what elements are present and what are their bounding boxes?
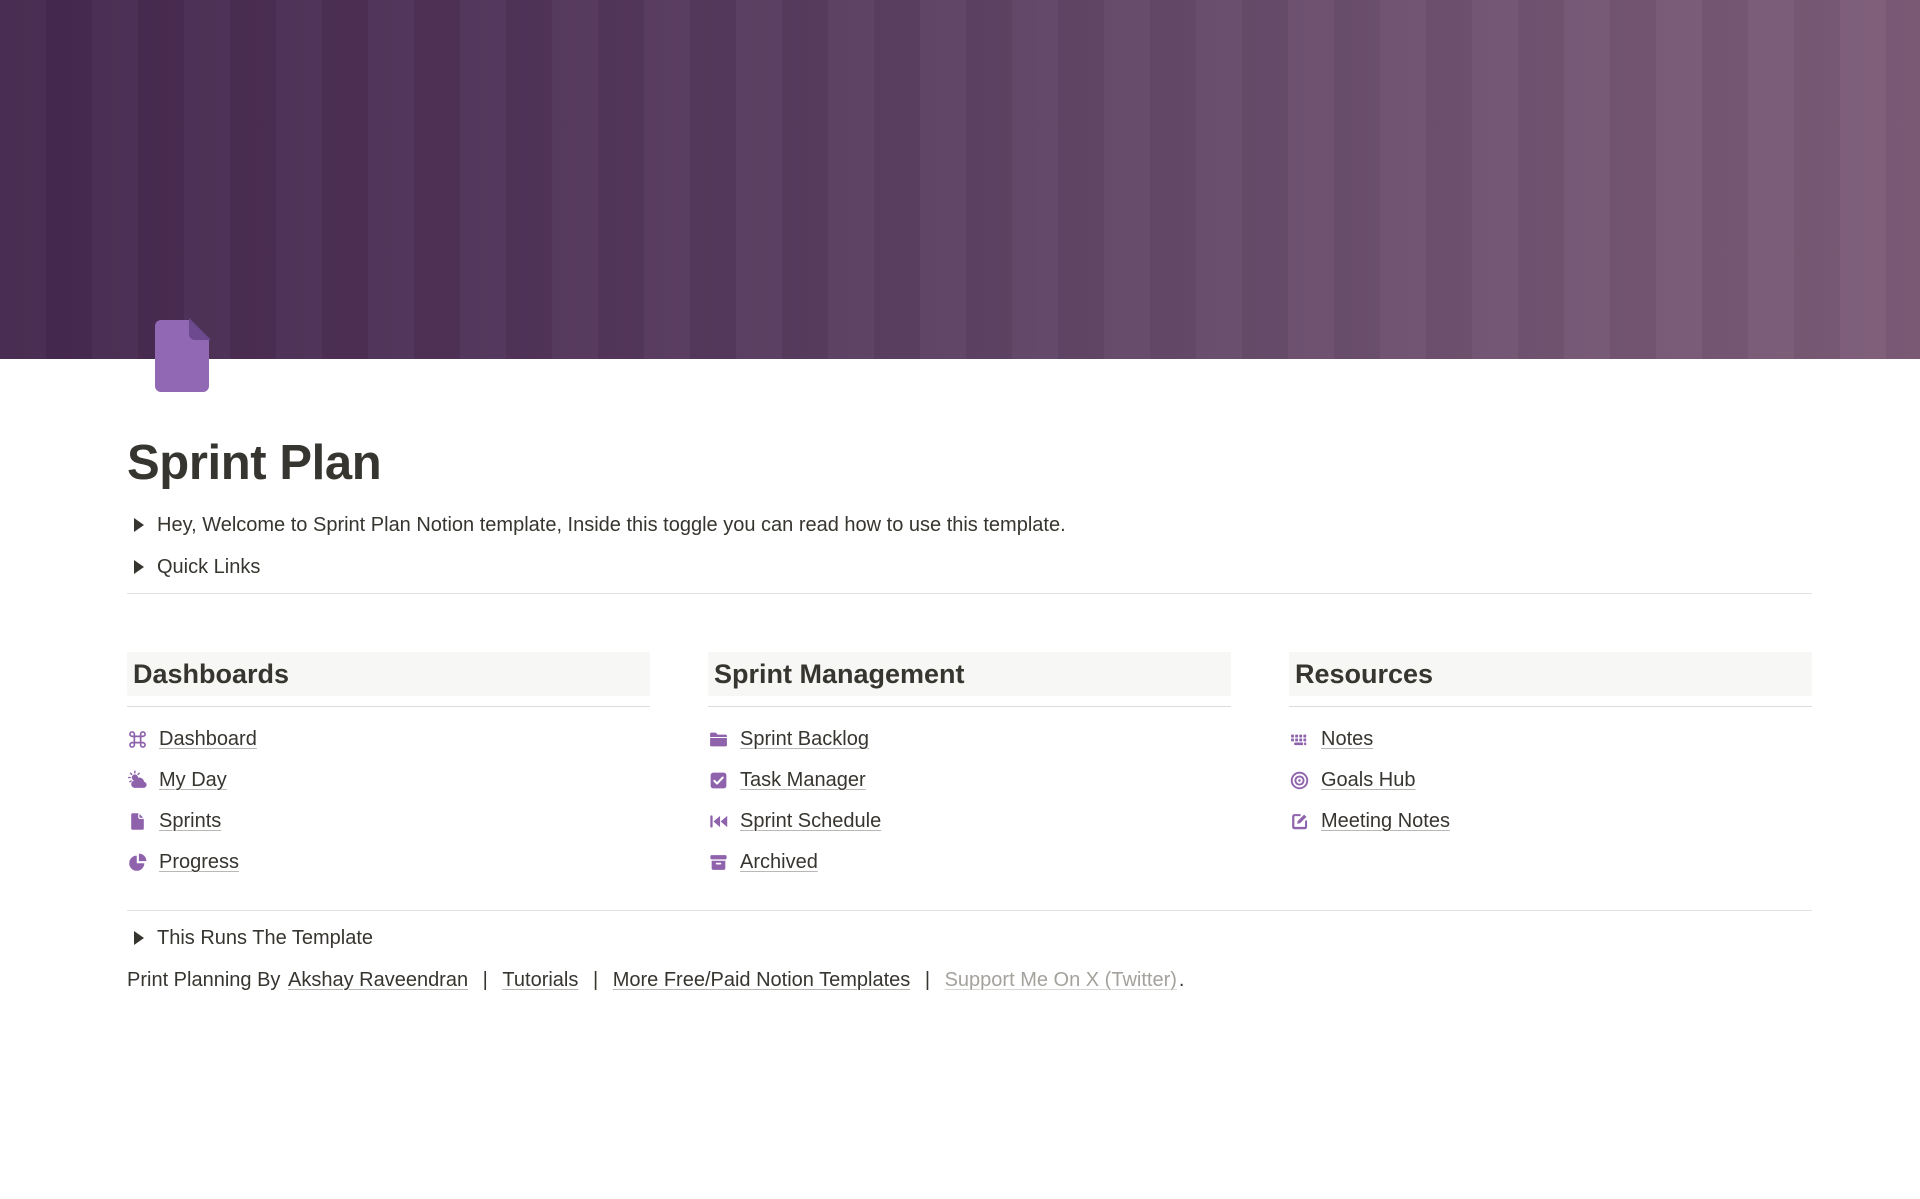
command-icon: [127, 729, 148, 750]
section-title: Sprint Management: [714, 659, 965, 689]
section-header-divider: [708, 706, 1231, 707]
page-link-label: My Day: [159, 768, 227, 793]
footer-link-templates[interactable]: More Free/Paid Notion Templates: [613, 969, 911, 991]
toggle-welcome[interactable]: Hey, Welcome to Sprint Plan Notion templ…: [127, 504, 1066, 546]
section-title: Dashboards: [133, 659, 289, 689]
purple-document-icon: [146, 318, 220, 394]
toggle-runs-template[interactable]: This Runs The Template: [127, 917, 373, 959]
divider: [127, 593, 1812, 594]
toggle-welcome-label: Hey, Welcome to Sprint Plan Notion templ…: [157, 512, 1066, 538]
page-link-dashboard[interactable]: Dashboard: [127, 719, 257, 760]
footer-separator: |: [483, 969, 488, 991]
keyboard-icon: [1289, 729, 1310, 750]
section-header-resources: Resources: [1289, 652, 1812, 696]
page-link-label: Meeting Notes: [1321, 809, 1450, 834]
archive-icon: [708, 852, 729, 873]
link-columns: Dashboards Dashboard: [127, 652, 1812, 883]
divider: [127, 910, 1812, 911]
toggle-triangle-icon: [134, 931, 144, 945]
section-title: Resources: [1295, 659, 1433, 689]
rewind-icon: [708, 811, 729, 832]
column-sprint-management: Sprint Management Sprint Backlog: [708, 652, 1231, 883]
page-link-archived[interactable]: Archived: [708, 842, 818, 883]
compose-icon: [1289, 811, 1310, 832]
document-icon: [127, 811, 148, 832]
page-link-sprints[interactable]: Sprints: [127, 801, 221, 842]
section-header-dashboards: Dashboards: [127, 652, 650, 696]
toggle-triangle-icon: [134, 560, 144, 574]
toggle-triangle-icon: [134, 518, 144, 532]
footer-link-author[interactable]: Akshay Raveendran: [288, 969, 468, 991]
page-link-label: Progress: [159, 850, 239, 875]
target-icon: [1289, 770, 1310, 791]
page-link-label: Sprint Schedule: [740, 809, 881, 834]
page-icon[interactable]: [146, 318, 220, 394]
cover-image: [0, 0, 1920, 359]
toggle-quick-links-label: Quick Links: [157, 554, 260, 580]
page-link-task-manager[interactable]: Task Manager: [708, 760, 866, 801]
footer-link-support[interactable]: Support Me On X (Twitter): [945, 969, 1177, 991]
column-resources: Resources Notes: [1289, 652, 1812, 883]
page-title: Sprint Plan: [127, 433, 1812, 494]
page-link-sprint-schedule[interactable]: Sprint Schedule: [708, 801, 881, 842]
footer-credit: Print Planning By Akshay Raveendran | Tu…: [127, 967, 1812, 993]
page-link-meeting-notes[interactable]: Meeting Notes: [1289, 801, 1450, 842]
section-header-divider: [127, 706, 650, 707]
page-link-notes[interactable]: Notes: [1289, 719, 1373, 760]
footer-suffix: .: [1179, 969, 1185, 991]
folder-icon: [708, 729, 729, 750]
page-link-goals-hub[interactable]: Goals Hub: [1289, 760, 1416, 801]
toggle-quick-links[interactable]: Quick Links: [127, 546, 260, 588]
column-dashboards: Dashboards Dashboard: [127, 652, 650, 883]
footer-prefix: Print Planning By: [127, 969, 280, 991]
page-link-label: Notes: [1321, 727, 1373, 752]
footer-separator: |: [593, 969, 598, 991]
page-link-label: Sprints: [159, 809, 221, 834]
pie-chart-icon: [127, 852, 148, 873]
page-link-label: Dashboard: [159, 727, 257, 752]
page-link-progress[interactable]: Progress: [127, 842, 239, 883]
page-link-label: Archived: [740, 850, 818, 875]
checkbox-icon: [708, 770, 729, 791]
page-link-label: Sprint Backlog: [740, 727, 869, 752]
page-link-sprint-backlog[interactable]: Sprint Backlog: [708, 719, 869, 760]
footer-link-tutorials[interactable]: Tutorials: [502, 969, 578, 991]
sun-cloud-icon: [127, 770, 148, 791]
section-header-divider: [1289, 706, 1812, 707]
footer-separator: |: [925, 969, 930, 991]
toggle-runs-template-label: This Runs The Template: [157, 925, 373, 951]
page-link-label: Goals Hub: [1321, 768, 1416, 793]
notion-page: Sprint Plan Hey, Welcome to Sprint Plan …: [0, 0, 1920, 993]
page-link-label: Task Manager: [740, 768, 866, 793]
section-header-sprint-management: Sprint Management: [708, 652, 1231, 696]
page-link-my-day[interactable]: My Day: [127, 760, 227, 801]
